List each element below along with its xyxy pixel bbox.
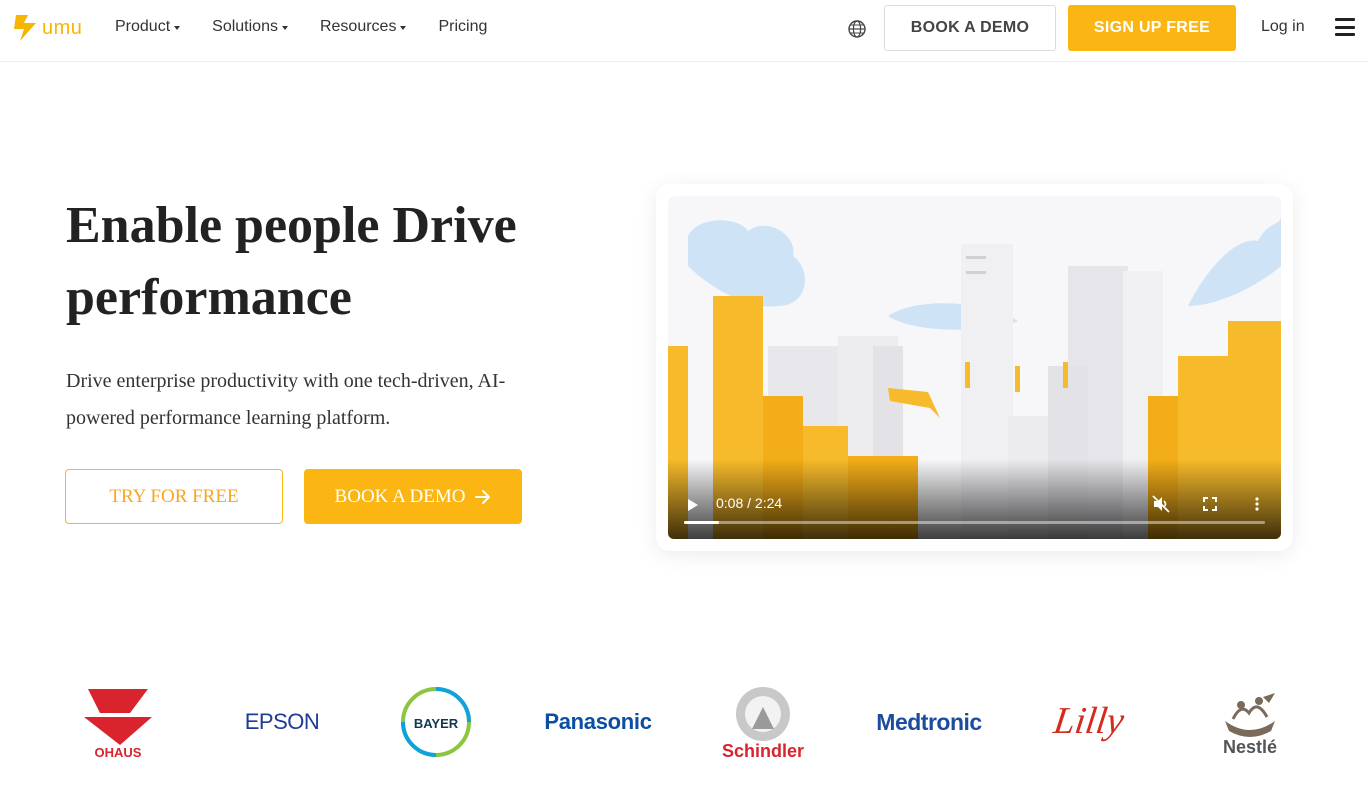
- panasonic-text: Panasonic: [544, 709, 652, 734]
- caret-down-icon: [400, 25, 407, 30]
- globe-icon[interactable]: [847, 19, 867, 39]
- hero-book-demo-label: BOOK A DEMO: [334, 485, 466, 507]
- menu-pricing[interactable]: Pricing: [438, 18, 487, 36]
- try-for-free-button[interactable]: TRY FOR FREE: [65, 469, 283, 524]
- schindler-text: Schindler: [721, 740, 805, 761]
- menu-product[interactable]: Product: [115, 18, 181, 36]
- caret-down-icon: [281, 25, 288, 30]
- video-player[interactable]: 0:08 / 2:24: [668, 196, 1281, 539]
- bayer-text: BAYER: [414, 716, 459, 731]
- lilly-text: Lilly: [1051, 700, 1127, 742]
- fullscreen-icon[interactable]: [1201, 495, 1219, 513]
- hero-title-line1: Enable people Drive: [66, 197, 517, 254]
- nestle-text: Nestlé: [1222, 736, 1278, 757]
- menu-resources-label: Resources: [319, 18, 397, 35]
- caret-down-icon: [174, 25, 181, 30]
- more-options-icon[interactable]: [1248, 495, 1266, 513]
- hero-title: Enable people Drive performance: [66, 190, 606, 334]
- mute-icon[interactable]: [1152, 495, 1170, 513]
- video-card: 0:08 / 2:24: [656, 184, 1293, 551]
- schindler-logo-mark: [736, 686, 790, 741]
- bayer-logo: BAYER: [398, 684, 474, 760]
- logo-text: umu: [42, 16, 83, 39]
- main-menu: Product Solutions Resources Pricing: [115, 18, 487, 36]
- video-progress-bar[interactable]: [684, 521, 1265, 524]
- nav-book-demo-button[interactable]: BOOK A DEMO: [884, 5, 1056, 51]
- top-navbar: umu Product Solutions Resources Pricing …: [0, 0, 1368, 62]
- nestle-nest-icon: [1225, 692, 1275, 737]
- menu-solutions[interactable]: Solutions: [212, 18, 288, 36]
- ohaus-text: OHAUS: [95, 745, 142, 760]
- epson-text: EPSON: [244, 709, 320, 734]
- log-in-link[interactable]: Log in: [1261, 18, 1305, 36]
- lilly-logo: Lilly: [1044, 696, 1134, 746]
- nav-sign-up-button[interactable]: SIGN UP FREE: [1068, 5, 1236, 51]
- menu-product-label: Product: [115, 18, 171, 35]
- ohaus-logo: OHAUS: [80, 685, 156, 761]
- hamburger-menu-icon[interactable]: [1335, 18, 1355, 36]
- schindler-logo: Schindler: [716, 682, 810, 764]
- medtronic-logo: Medtronic: [866, 704, 992, 740]
- bayer-logo-mark: BAYER: [401, 687, 471, 757]
- epson-logo: EPSON: [232, 704, 332, 740]
- ohaus-logo-mark: OHAUS: [84, 689, 152, 760]
- umu-logo[interactable]: umu: [14, 10, 82, 46]
- customer-logos: OHAUS EPSON BAYER Panasonic Schindler Me…: [0, 680, 1368, 780]
- umu-logo-icon: [14, 15, 36, 41]
- hero-book-demo-button[interactable]: BOOK A DEMO: [304, 469, 522, 524]
- hero-subtitle: Drive enterprise productivity with one t…: [66, 370, 506, 429]
- panasonic-logo: Panasonic: [535, 704, 661, 740]
- medtronic-text: Medtronic: [876, 708, 982, 735]
- play-icon[interactable]: [688, 499, 698, 511]
- video-controls: 0:08 / 2:24: [668, 459, 1281, 539]
- menu-pricing-label: Pricing: [438, 18, 488, 35]
- video-time: 0:08 / 2:24: [716, 495, 783, 511]
- menu-solutions-label: Solutions: [212, 18, 278, 35]
- hero-title-line2: performance: [66, 269, 352, 326]
- arrow-right-icon: [475, 489, 491, 504]
- menu-resources[interactable]: Resources: [319, 18, 407, 36]
- video-progress-fill: [684, 521, 719, 524]
- nestle-logo: Nestlé: [1212, 686, 1288, 762]
